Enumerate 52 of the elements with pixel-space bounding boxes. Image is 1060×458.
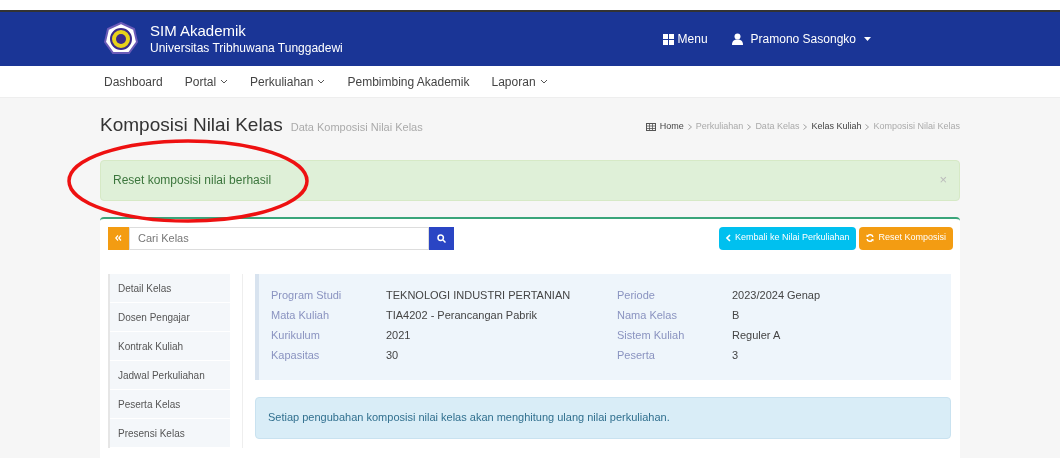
nav-link[interactable]: Dashboard <box>104 72 163 91</box>
info-value: TEKNOLOGI INDUSTRI PERTANIAN <box>386 287 571 303</box>
info-value: 2021 <box>386 327 411 343</box>
breadcrumb-link[interactable]: Kelas Kuliah <box>811 120 862 134</box>
sidebar-item[interactable]: Peserta Kelas <box>110 389 230 419</box>
breadcrumb-link[interactable]: Home <box>659 120 684 134</box>
info-value: 3 <box>732 347 739 363</box>
nav-link[interactable]: Laporan <box>491 72 548 91</box>
info-label: Kurikulum <box>271 327 321 343</box>
search-icon <box>437 233 446 243</box>
chevron-left-icon <box>725 234 731 242</box>
info-label: Nama Kelas <box>617 307 678 323</box>
info-label: Peserta <box>617 347 656 363</box>
info-value: Reguler A <box>732 327 781 343</box>
nav-link[interactable]: Perkuliahan <box>250 72 326 91</box>
university-name: Universitas Tribhuwana Tunggadewi <box>150 40 343 56</box>
chevron-right-icon <box>803 124 808 130</box>
user-menu-button[interactable]: Pramono Sasongko <box>731 30 871 48</box>
refresh-icon <box>866 234 875 242</box>
notice-text: Setiap pengubahan komposisi nilai kelas akan menghitung ulang nilai perkuliahan. <box>268 410 670 426</box>
table-icon <box>645 123 656 131</box>
sidebar-item[interactable]: Presensi Kelas <box>110 418 230 448</box>
info-value: 30 <box>386 347 399 363</box>
info-label: Mata Kuliah <box>271 307 331 323</box>
info-label: Sistem Kuliah <box>617 327 686 343</box>
info-label: Program Studi <box>271 287 343 303</box>
sidebar-item[interactable]: Jadwal Perkuliahan <box>110 360 230 390</box>
page-title: Komposisi Nilai Kelas <box>100 113 283 137</box>
double-chevron-left-icon <box>115 235 122 241</box>
university-logo <box>104 22 138 56</box>
user-icon <box>731 33 743 45</box>
menu-button[interactable]: Menu <box>662 30 708 48</box>
nav-link[interactable]: Portal <box>184 72 229 91</box>
sidebar-item[interactable]: Kontrak Kuliah <box>110 331 230 361</box>
caret-icon <box>864 37 871 41</box>
sidebar-item[interactable]: Detail Kelas <box>110 273 230 303</box>
sidebar-item[interactable]: Dosen Pengajar <box>110 302 230 332</box>
info-label: Kapasitas <box>271 347 321 363</box>
info-label: Periode <box>617 287 656 303</box>
chevron-right-icon <box>747 124 752 130</box>
info-value: TIA4202 - Perancangan Pabrik <box>386 307 538 323</box>
chevron-right-icon <box>687 124 692 130</box>
grid-icon <box>662 33 674 45</box>
info-value: B <box>732 307 740 323</box>
nav-link[interactable]: Pembimbing Akademik <box>347 72 470 91</box>
search-field[interactable]: Cari Kelas <box>129 226 429 250</box>
alert-message: Reset komposisi nilai berhasil <box>113 172 272 189</box>
app-name: SIM Akademik <box>150 22 247 41</box>
search-button[interactable] <box>429 226 454 250</box>
info-value: 2023/2024 Genap <box>732 287 821 303</box>
chevron-right-icon <box>865 124 870 130</box>
page-subtitle: Data Komposisi Nilai Kelas <box>290 120 423 135</box>
